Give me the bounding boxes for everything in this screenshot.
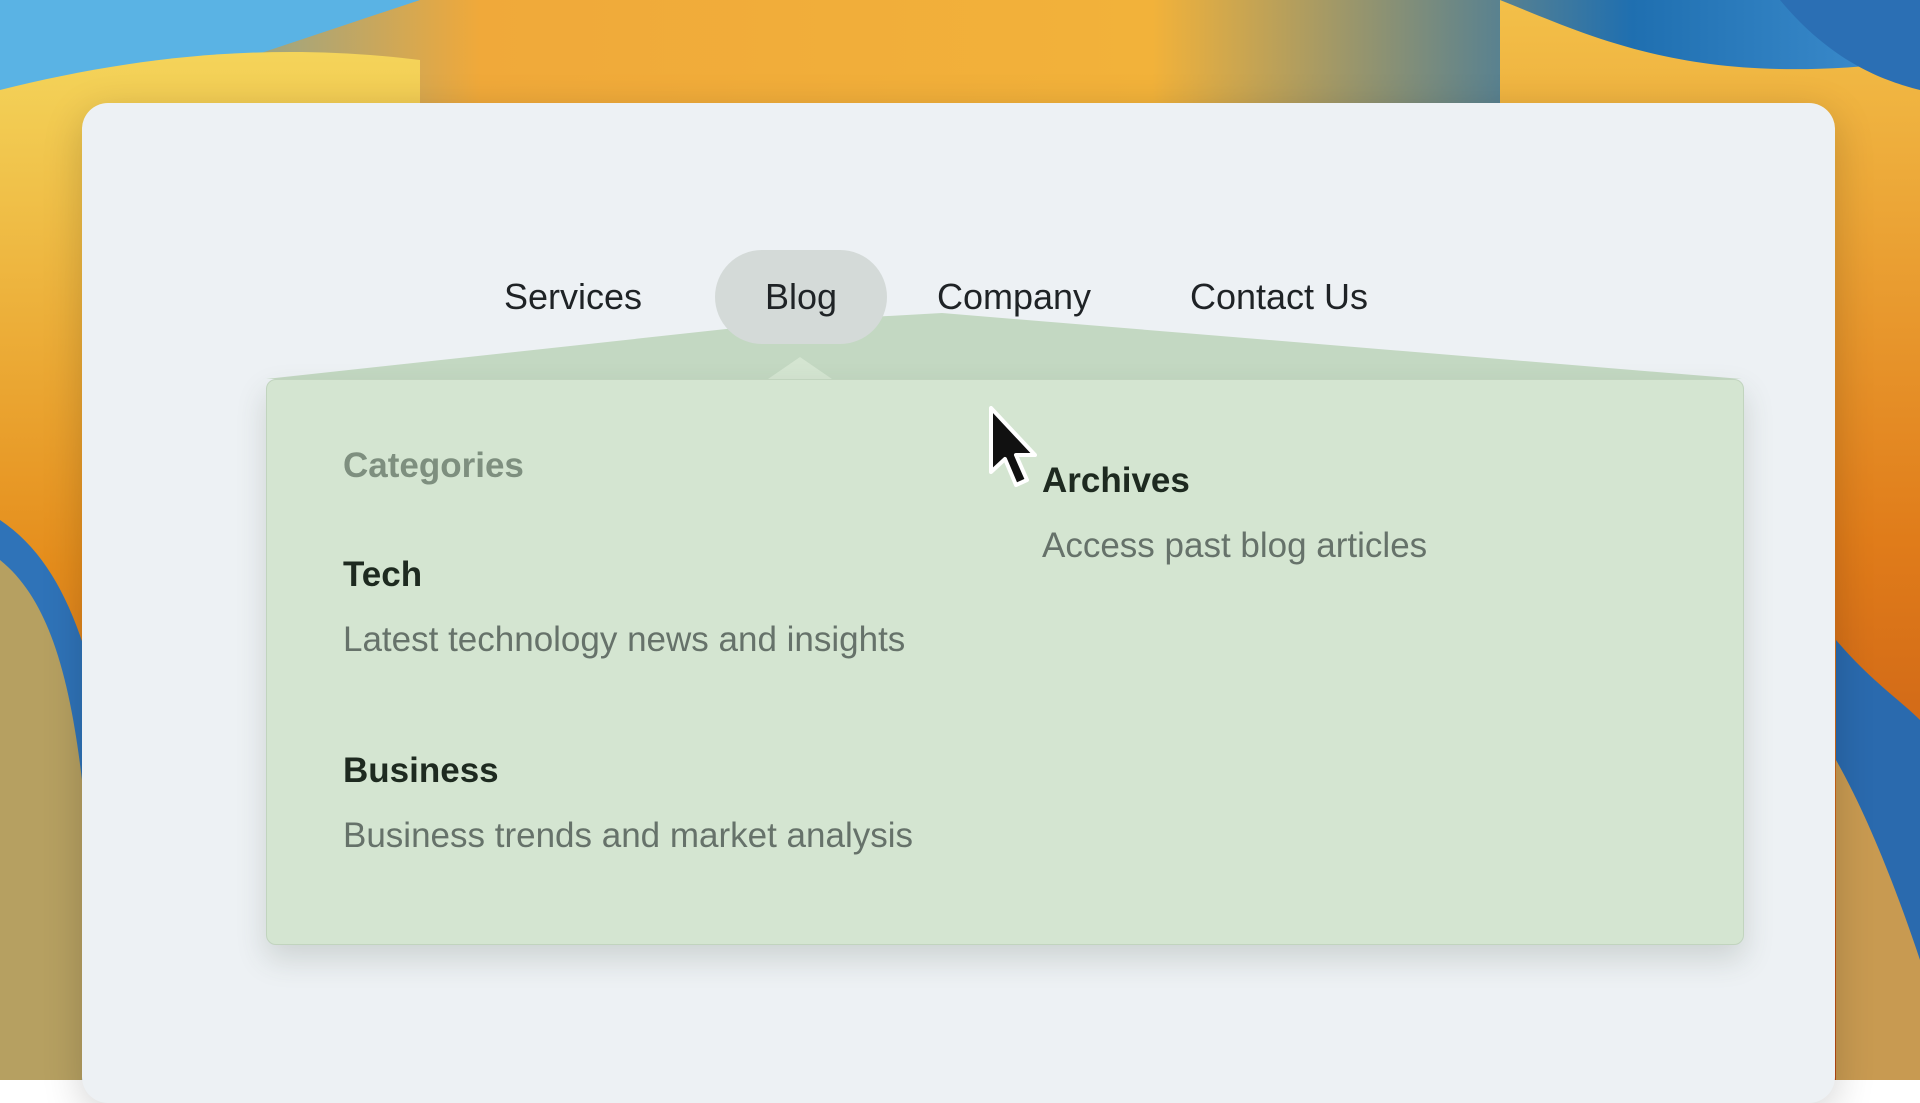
- categories-heading: Categories: [343, 446, 524, 485]
- blog-dropdown-menu: Categories Tech Latest technology news a…: [266, 379, 1744, 945]
- menu-item-title: Archives: [1042, 461, 1190, 500]
- app-window: Services Blog Company Contact Us Categor…: [82, 103, 1835, 1103]
- menu-item-description: Business trends and market analysis: [343, 816, 913, 855]
- menu-item-description: Latest technology news and insights: [343, 620, 906, 659]
- menu-item-tech[interactable]: Tech Latest technology news and insights: [343, 554, 905, 661]
- nav-item-blog[interactable]: Blog: [715, 250, 887, 344]
- nav-item-contact-us[interactable]: Contact Us: [1172, 250, 1386, 344]
- menu-item-description: Access past blog articles: [1042, 526, 1428, 565]
- main-nav: Services Blog Company Contact Us: [82, 250, 1835, 346]
- menu-item-business[interactable]: Business Business trends and market anal…: [343, 750, 913, 857]
- menu-item-archives[interactable]: Archives Access past blog articles: [1042, 460, 1427, 567]
- nav-item-company[interactable]: Company: [922, 250, 1106, 344]
- menu-item-title: Business: [343, 751, 499, 790]
- nav-item-services[interactable]: Services: [482, 250, 664, 344]
- menu-item-title: Tech: [343, 555, 423, 594]
